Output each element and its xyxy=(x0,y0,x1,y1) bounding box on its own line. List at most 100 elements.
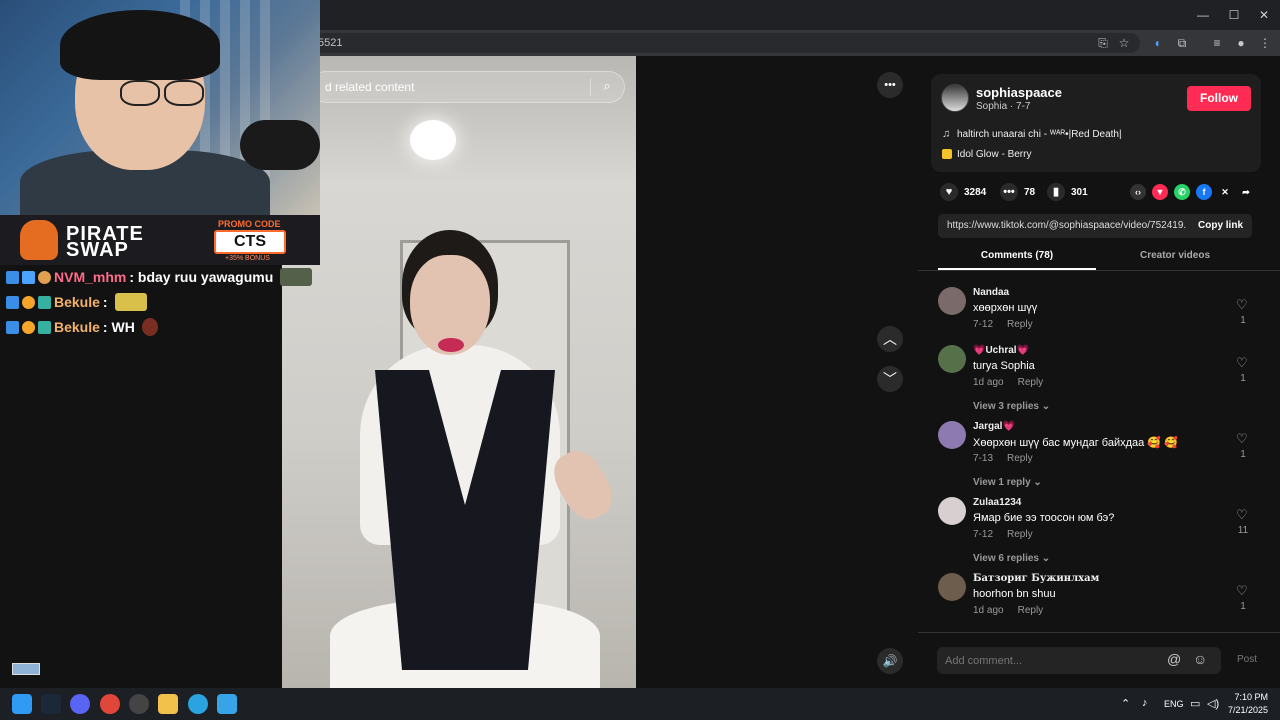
notepad-icon[interactable] xyxy=(217,694,237,714)
x-twitter-icon[interactable]: ✕ xyxy=(1217,184,1233,200)
comment-like-count: 1 xyxy=(1240,601,1246,612)
whatsapp-icon[interactable]: ✆ xyxy=(1174,184,1190,200)
language-indicator[interactable]: ENG xyxy=(1164,699,1184,709)
comment-avatar[interactable] xyxy=(938,497,966,525)
app-icon[interactable] xyxy=(129,694,149,714)
comment-like-icon[interactable]: ♡ xyxy=(1236,583,1248,599)
tab-creator-videos[interactable]: Creator videos xyxy=(1096,250,1254,270)
comment-avatar[interactable] xyxy=(938,287,966,315)
comment-bubble-icon[interactable]: ••• xyxy=(1000,183,1018,201)
profile-avatar-icon[interactable]: ● xyxy=(1232,34,1250,52)
next-video-icon[interactable]: ﹀ xyxy=(877,366,903,392)
chat-emote-icon xyxy=(141,318,158,336)
mention-at-icon[interactable]: @ xyxy=(1167,651,1181,667)
follow-button[interactable]: Follow xyxy=(1187,86,1251,111)
reply-button[interactable]: Reply xyxy=(1007,453,1033,464)
heart-icon[interactable]: ♥ xyxy=(940,183,958,201)
comment-avatar[interactable] xyxy=(938,345,966,373)
extensions-puzzle-icon[interactable]: ⧉ xyxy=(1173,34,1191,52)
video-subject-lips xyxy=(438,338,464,352)
comment-avatar[interactable] xyxy=(938,421,966,449)
video-ceiling-lamp xyxy=(410,120,456,160)
clock-time[interactable]: 7:10 PM xyxy=(1230,692,1268,702)
volume-tray-icon[interactable]: ◁) xyxy=(1207,697,1219,710)
comment-avatar[interactable] xyxy=(938,573,966,601)
share-arrow-icon[interactable]: ➦ xyxy=(1238,184,1254,200)
microphone xyxy=(240,120,320,170)
discord-icon[interactable] xyxy=(70,694,90,714)
tab-comments[interactable]: Comments (78) xyxy=(938,250,1096,270)
music-note-icon: ♫ xyxy=(942,128,951,140)
glasses-right-lens xyxy=(164,80,204,106)
extension-audio-icon[interactable]: ◖ xyxy=(1148,34,1166,52)
chat-badge-icon xyxy=(22,270,35,284)
chat-message: NVM_mhm : bday ruu yawagumu xyxy=(6,267,313,287)
reply-button[interactable]: Reply xyxy=(1018,605,1044,616)
author-avatar[interactable] xyxy=(941,84,969,112)
related-content-search[interactable]: d related content xyxy=(310,71,625,103)
comment-like-icon[interactable]: ♡ xyxy=(1236,355,1248,371)
bookmark-star-icon[interactable]: ☆ xyxy=(1115,34,1133,52)
address-bar[interactable]: 5521 xyxy=(310,33,1140,53)
comment-text: хөөрхөн шүү xyxy=(973,302,1038,314)
comment-like-icon[interactable]: ♡ xyxy=(1236,507,1248,523)
reply-button[interactable]: Reply xyxy=(1007,319,1033,330)
more-options-icon[interactable]: ••• xyxy=(877,72,903,98)
maximize-icon[interactable]: ☐ xyxy=(1225,6,1243,24)
minimize-icon[interactable]: — xyxy=(1194,6,1212,24)
comment-username[interactable]: 💗Uchral💗 xyxy=(973,345,1029,356)
comment-date: 1d ago xyxy=(973,377,1004,388)
author-username[interactable]: sophiaspaace xyxy=(976,85,1062,100)
install-app-icon[interactable]: ⎘ xyxy=(1094,34,1112,52)
previous-video-icon[interactable]: ︿ xyxy=(877,326,903,352)
windows-start-icon[interactable] xyxy=(12,694,32,714)
video-backdrop xyxy=(636,56,918,688)
save-count: 301 xyxy=(1071,186,1088,198)
comment-stat[interactable]: ••• 78 xyxy=(1000,183,1035,201)
comment-username[interactable]: Nandaa xyxy=(973,287,1009,298)
network-icon[interactable]: ▭ xyxy=(1190,697,1200,710)
send-friends-icon[interactable]: ▼ xyxy=(1152,184,1168,200)
facebook-icon[interactable]: f xyxy=(1196,184,1212,200)
embed-icon[interactable]: ‹› xyxy=(1130,184,1146,200)
media-control-icon[interactable]: ≡ xyxy=(1208,34,1226,52)
browser-menu-icon[interactable]: ⋮ xyxy=(1256,34,1274,52)
streamer-hair xyxy=(60,10,220,80)
tray-overflow-icon[interactable]: ⌃ xyxy=(1121,697,1130,710)
copy-link-button[interactable]: Copy link xyxy=(1198,220,1243,231)
emoji-icon[interactable]: ☺ xyxy=(1193,651,1207,667)
steam-icon[interactable] xyxy=(41,694,61,714)
reply-button[interactable]: Reply xyxy=(1007,529,1033,540)
comment-username[interactable]: Zulaa1234 xyxy=(973,497,1021,508)
microphone-tray-icon[interactable]: ♪ xyxy=(1142,697,1148,709)
volume-icon[interactable]: 🔊 xyxy=(877,648,903,674)
reply-button[interactable]: Reply xyxy=(1018,377,1044,388)
comment-date: 7-12 xyxy=(973,529,994,540)
comment-like-icon[interactable]: ♡ xyxy=(1236,297,1248,313)
file-explorer-icon[interactable] xyxy=(158,694,178,714)
divider xyxy=(918,270,1280,271)
comment-like-icon[interactable]: ♡ xyxy=(1236,431,1248,447)
bookmark-icon[interactable]: ▮ xyxy=(1047,183,1065,201)
comment-username[interactable]: Jargal💗 xyxy=(973,421,1015,432)
post-button[interactable]: Post xyxy=(1237,654,1257,665)
share-link-url[interactable]: https://www.tiktok.com/@sophiaspaace/vid… xyxy=(947,220,1187,231)
comment-text: turya Sophia xyxy=(973,360,1035,372)
save-stat[interactable]: ▮ 301 xyxy=(1047,183,1088,201)
comment-meta: 7-12 Reply xyxy=(973,319,1033,330)
effect-name[interactable]: Idol Glow - Berry xyxy=(957,149,1031,160)
chat-message: Bekule : WH xyxy=(6,317,158,337)
clock-date[interactable]: 7/21/2025 xyxy=(1226,705,1268,715)
like-stat[interactable]: ♥ 3284 xyxy=(940,183,986,201)
view-replies-button[interactable]: View 6 replies ⌄ xyxy=(973,553,1050,564)
view-replies-button[interactable]: View 3 replies ⌄ xyxy=(973,401,1050,412)
sponsor-logo-text: PIRATE SWAP xyxy=(66,223,144,261)
search-icon[interactable]: ⌕ xyxy=(598,78,616,96)
chrome-icon[interactable] xyxy=(100,694,120,714)
comment-username[interactable]: Батзориг Бужинлхам xyxy=(973,573,1099,584)
view-replies-button[interactable]: View 1 reply ⌄ xyxy=(973,477,1042,488)
close-window-icon[interactable]: ✕ xyxy=(1255,6,1273,24)
music-title[interactable]: haltirch unaarai chi - ᵂᴬᴿ•|Red Death| xyxy=(957,129,1122,140)
chat-text: : xyxy=(102,294,108,310)
telegram-icon[interactable] xyxy=(188,694,208,714)
